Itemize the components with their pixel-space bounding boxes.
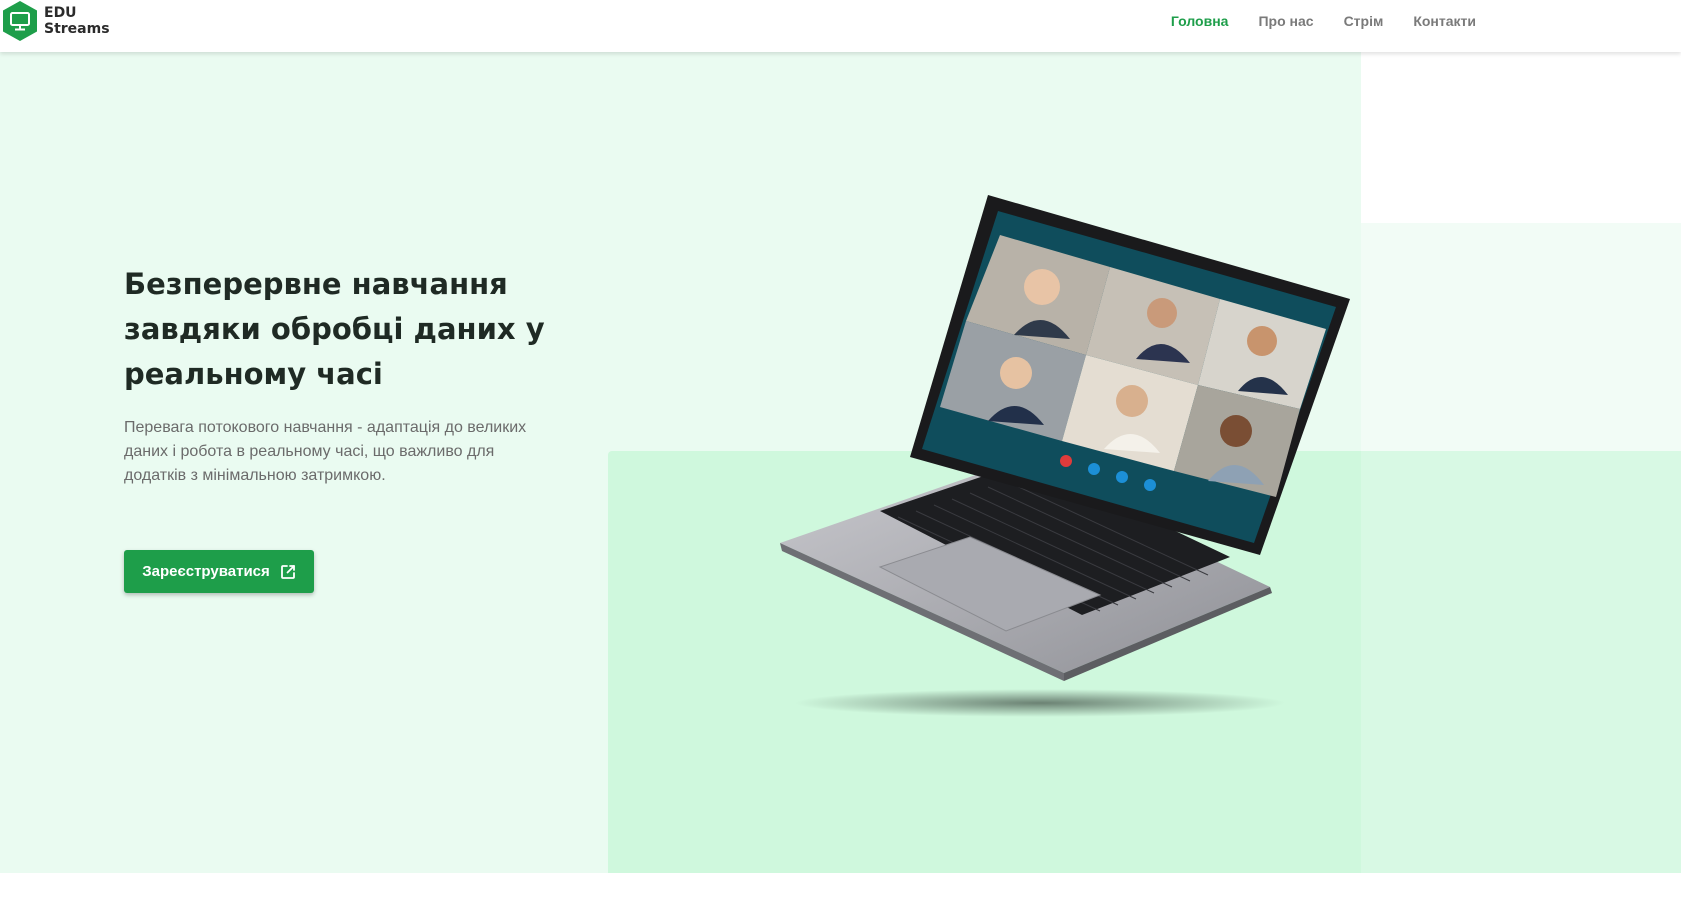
monitor-icon: [2, 0, 38, 42]
hero-description: Перевага потокового навчання - адаптація…: [124, 419, 527, 484]
hero-title: Безперервне навчання завдяки обробці дан…: [124, 262, 594, 397]
laptop-illustration: [780, 195, 1350, 717]
hero-bg-right-light: [1361, 223, 1681, 451]
hero-title-line-3: реальному часі: [124, 357, 383, 391]
nav-item-contacts[interactable]: Контакти: [1413, 13, 1476, 29]
nav-item-stream[interactable]: Стрім: [1344, 13, 1384, 29]
main-nav: Головна Про нас Стрім Контакти: [1141, 0, 1476, 42]
logo[interactable]: EDU Streams: [2, 0, 110, 42]
register-button[interactable]: Зареєструватися: [124, 550, 314, 593]
nav-item-home[interactable]: Головна: [1171, 13, 1229, 29]
nav-item-about[interactable]: Про нас: [1258, 13, 1313, 29]
hero-title-line-2: завдяки обробці даних у: [124, 312, 545, 346]
site-header: EDU Streams Головна Про нас Стрім Контак…: [0, 0, 1681, 52]
logo-text: EDU Streams: [44, 5, 110, 37]
register-button-label: Зареєструватися: [142, 563, 270, 580]
logo-line-1: EDU: [44, 5, 77, 21]
logo-line-2: Streams: [44, 21, 110, 37]
external-link-icon: [280, 564, 296, 580]
hero-bg-right-top: [1361, 52, 1681, 223]
page: EDU Streams Головна Про нас Стрім Контак…: [0, 0, 1681, 917]
hero-title-line-1: Безперервне навчання: [124, 267, 508, 301]
hero-bg-block-right: [1361, 451, 1681, 873]
